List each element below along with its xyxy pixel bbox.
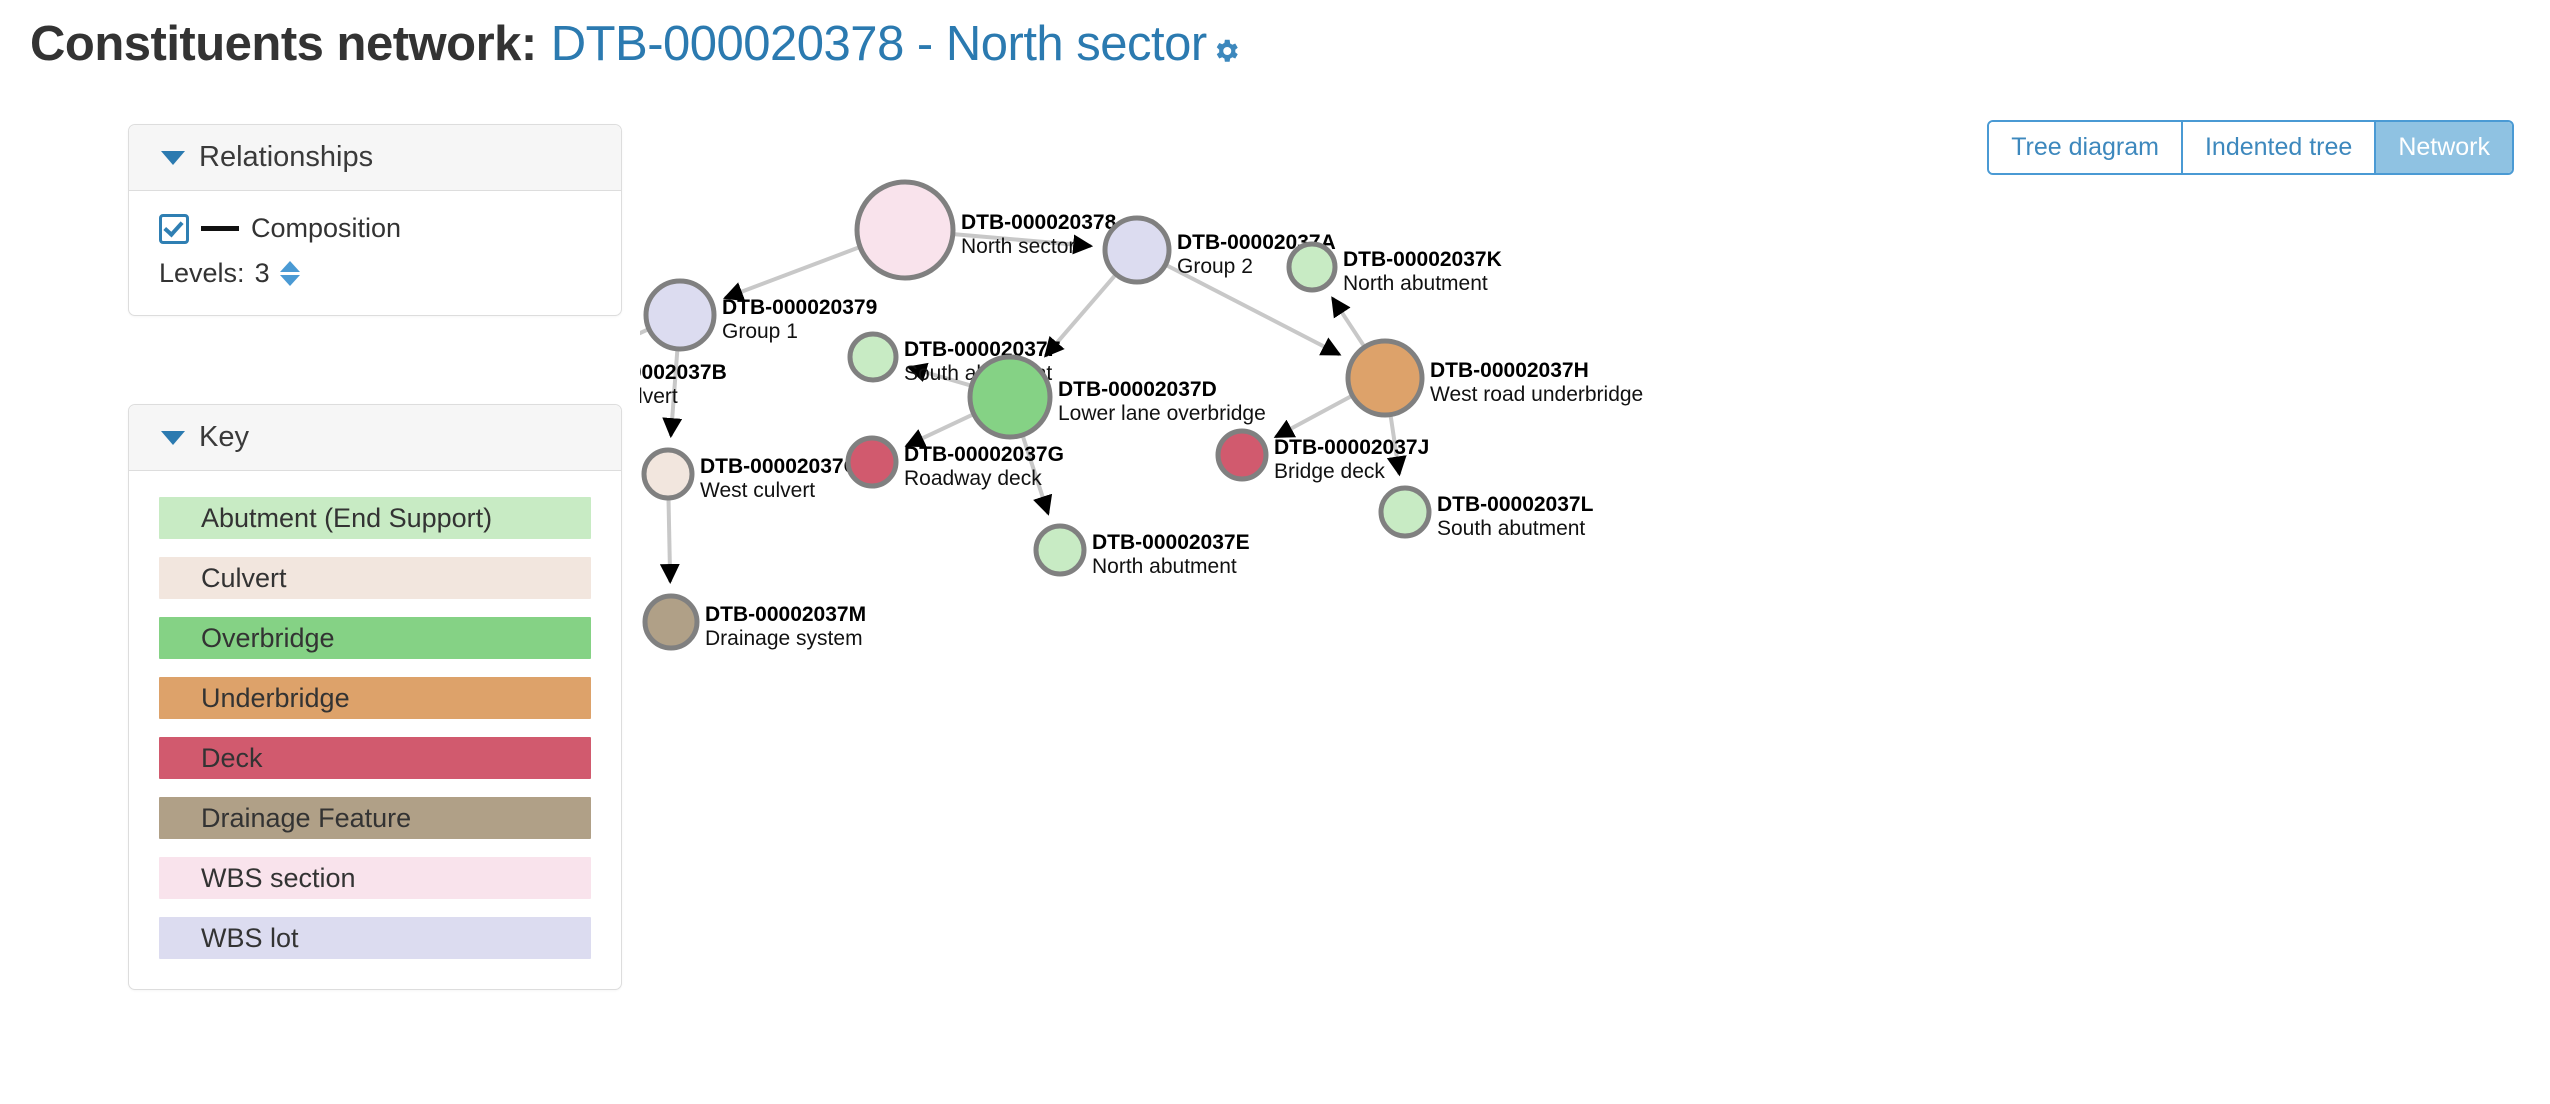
graph-node-circle[interactable] <box>642 593 700 651</box>
graph-node-name-label: East culvert <box>640 385 678 408</box>
graph-node-id-label: DTB-00002037D <box>1058 378 1217 401</box>
graph-node-id-label: DTB-00002037G <box>904 443 1064 466</box>
relationships-panel: Relationships Composition Levels: 3 <box>128 124 622 316</box>
graph-node[interactable]: DTB-00002037DLower lane overbridge <box>967 354 1266 440</box>
key-legend-item[interactable]: Drainage Feature <box>159 797 591 839</box>
graph-edge <box>659 499 680 585</box>
key-legend-item[interactable]: Overbridge <box>159 617 591 659</box>
graph-node-name-label: Drainage system <box>705 627 863 650</box>
stepper-up-icon[interactable] <box>279 261 300 272</box>
graph-node[interactable]: DTB-00002037BEast culvert <box>640 356 727 408</box>
levels-stepper[interactable] <box>279 261 300 286</box>
composition-checkbox[interactable] <box>159 213 189 244</box>
constituents-network-page: Constituents network: DTB-000020378 - No… <box>0 0 2550 1104</box>
graph-node-circle[interactable] <box>1345 338 1425 418</box>
graph-node-id-label: DTB-00002037C <box>700 455 859 478</box>
graph-node-id-label: DTB-000020378 <box>961 211 1117 234</box>
graph-node[interactable]: DTB-00002037LSouth abutment <box>1378 485 1594 540</box>
caret-down-icon <box>161 150 185 165</box>
graph-node-name-label: Group 1 <box>722 320 798 343</box>
graph-node-name-label: Group 2 <box>1177 255 1253 278</box>
relationships-panel-body: Composition Levels: 3 <box>129 191 621 315</box>
graph-edge <box>723 245 859 302</box>
graph-node-circle[interactable] <box>1286 241 1338 293</box>
graph-node[interactable]: DTB-00002037KNorth abutment <box>1286 241 1502 295</box>
graph-node-id-label: DTB-00002037L <box>1437 493 1594 516</box>
page-title: Constituents network: <box>30 17 537 71</box>
graph-node-id-label: DTB-00002037F <box>904 338 1061 361</box>
key-legend-item[interactable]: Underbridge <box>159 677 591 719</box>
graph-node-circle[interactable] <box>854 179 956 281</box>
levels-value: 3 <box>254 258 270 288</box>
page-title-entity-link[interactable]: DTB-000020378 - North sector <box>551 16 1208 72</box>
graph-node[interactable]: DTB-00002037JBridge deck <box>1215 428 1429 483</box>
key-legend-item[interactable]: Abutment (End Support) <box>159 497 591 539</box>
graph-node-circle[interactable] <box>1102 215 1172 285</box>
relationships-panel-title: Relationships <box>199 141 374 173</box>
composition-relationship-row: Composition <box>159 213 591 244</box>
graph-node-name-label: North abutment <box>1092 555 1237 578</box>
composition-line-swatch <box>201 226 239 231</box>
graph-edge <box>1330 296 1366 347</box>
graph-node-id-label: DTB-00002037E <box>1092 531 1250 554</box>
stepper-down-icon[interactable] <box>279 275 300 286</box>
graph-node-id-label: DTB-000020379 <box>722 296 877 319</box>
key-panel-title: Key <box>199 421 249 453</box>
graph-node[interactable]: DTB-00002037MDrainage system <box>642 593 866 651</box>
levels-label: Levels: <box>159 258 245 288</box>
graph-node-circle[interactable] <box>845 435 899 489</box>
graph-edge <box>904 413 973 448</box>
graph-node-circle[interactable] <box>967 354 1053 440</box>
graph-node-name-label: South abutment <box>1437 517 1585 540</box>
composition-label: Composition <box>251 213 402 243</box>
key-legend-item[interactable]: WBS lot <box>159 917 591 959</box>
graph-node-name-label: Roadway deck <box>904 467 1042 490</box>
graph-node[interactable]: DTB-00002037HWest road underbridge <box>1345 338 1643 418</box>
graph-node[interactable]: DTB-000020378North sector <box>854 179 1117 281</box>
page-header: Constituents network: DTB-000020378 - No… <box>30 16 1241 72</box>
relationships-panel-header[interactable]: Relationships <box>129 125 621 191</box>
key-legend-item[interactable]: Culvert <box>159 557 591 599</box>
graph-edge <box>640 327 649 336</box>
graph-node-name-label: Bridge deck <box>1274 460 1385 483</box>
graph-node-circle[interactable] <box>1378 485 1432 539</box>
graph-nodes: DTB-000020378North sector DTB-00002037AGr… <box>640 179 1643 651</box>
graph-node-name-label: North abutment <box>1343 272 1488 295</box>
graph-node[interactable]: DTB-00002037ENorth abutment <box>1033 523 1250 578</box>
graph-node-name-label: North sector <box>961 235 1075 258</box>
caret-down-icon <box>161 430 185 445</box>
key-panel: Key Abutment (End Support) Culvert Overbri… <box>128 404 622 990</box>
graph-node-id-label: DTB-00002037B <box>640 361 727 384</box>
graph-node-circle[interactable] <box>847 331 899 383</box>
network-graph-canvas: DTB-000020378North sector DTB-00002037AGr… <box>640 179 1643 651</box>
gear-icon[interactable] <box>1211 36 1241 66</box>
graph-node-circle[interactable] <box>643 278 717 352</box>
graph-node-circle[interactable] <box>1215 428 1269 482</box>
graph-node-id-label: DTB-00002037H <box>1430 359 1589 382</box>
graph-node[interactable]: DTB-00002037CWest culvert <box>641 447 859 502</box>
graph-node-name-label: West road underbridge <box>1430 383 1643 406</box>
graph-node[interactable]: DTB-00002037GRoadway deck <box>845 435 1064 490</box>
key-legend-list: Abutment (End Support) Culvert Overbridge U… <box>129 471 621 989</box>
graph-node-circle[interactable] <box>1033 523 1087 577</box>
network-graph[interactable]: DTB-000020378 North sector DTB-00002037A Gr… <box>640 130 2540 1090</box>
graph-edge <box>1273 394 1352 439</box>
key-panel-header[interactable]: Key <box>129 405 621 471</box>
levels-row: Levels: 3 <box>159 258 591 289</box>
graph-node-id-label: DTB-00002037K <box>1343 248 1502 271</box>
graph-node-name-label: Lower lane overbridge <box>1058 402 1266 425</box>
graph-node-id-label: DTB-00002037M <box>705 603 866 626</box>
key-legend-item[interactable]: WBS section <box>159 857 591 899</box>
key-legend-item[interactable]: Deck <box>159 737 591 779</box>
graph-node[interactable]: DTB-000020379Group 1 <box>643 278 877 352</box>
graph-node-id-label: DTB-00002037J <box>1274 436 1429 459</box>
graph-node-name-label: West culvert <box>700 479 815 502</box>
graph-node-circle[interactable] <box>641 447 695 501</box>
